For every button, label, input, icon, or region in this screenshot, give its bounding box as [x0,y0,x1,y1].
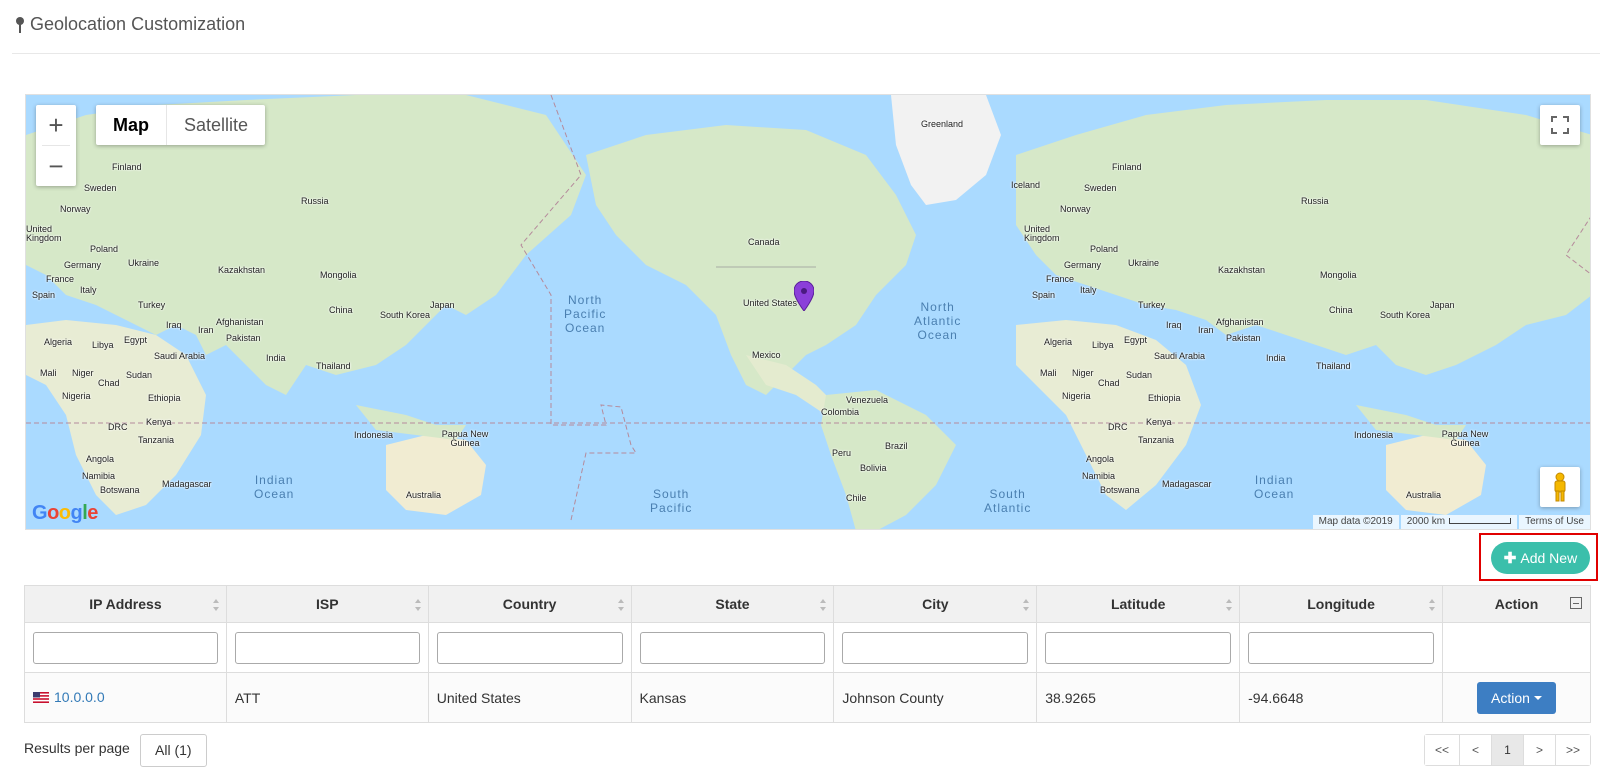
column-header-city[interactable]: City [833,585,1038,623]
add-new-button[interactable]: ✚ Add New [1491,542,1590,574]
zoom-in-button[interactable]: + [36,105,76,145]
column-header-isp[interactable]: ISP [225,585,429,623]
sort-icon [1428,599,1435,611]
filter-latitude-input[interactable] [1045,631,1232,664]
page-header: Geolocation Customization [12,0,1600,54]
sort-icon [617,599,624,611]
column-header-label: City [922,596,949,612]
sort-icon [414,599,421,611]
pager-next-button[interactable]: > [1522,735,1555,765]
cell-latitude: 38.9265 [1036,672,1241,723]
filter-cell [630,622,835,673]
caret-down-icon [1533,695,1542,700]
collapse-icon[interactable] [1570,597,1582,609]
map-data-text: Map data ©2019 [1312,515,1399,529]
table-row: 10.0.0.0 ATT United States Kansas Johnso… [24,672,1592,723]
cell-action: Action [1441,672,1592,723]
filter-country-input[interactable] [436,631,623,664]
add-new-highlight: ✚ Add New [1479,533,1598,581]
map-land [26,95,1590,529]
cell-isp: ATT [225,672,429,723]
fullscreen-icon [1551,116,1569,134]
sort-icon [212,599,219,611]
filter-cell [833,622,1038,673]
cell-country: United States [427,672,632,723]
map-attribution: Map data ©2019 2000 km Terms of Use [1311,515,1590,529]
filter-state-input[interactable] [639,631,826,664]
google-logo-letter: G [32,502,48,524]
ip-address-text: 10.0.0.0 [54,689,105,706]
pager-first-button[interactable]: << [1424,735,1459,765]
geolocation-table: IP Address ISP Country State City Latitu… [24,585,1592,723]
filter-cell [1036,622,1241,673]
pager-last-button[interactable]: >> [1554,735,1590,765]
filter-cell [1239,622,1443,673]
map[interactable]: Greenland Iceland Finland Sweden Norway … [25,94,1591,530]
street-view-button[interactable] [1540,467,1580,507]
map-scale[interactable]: 2000 km [1400,515,1518,529]
google-logo-letter: o [58,502,71,524]
add-new-label: Add New [1520,550,1578,566]
results-per-page-select[interactable]: All (1) [140,734,207,767]
cell-longitude: -94.6648 [1239,672,1443,723]
sort-icon [1023,599,1030,611]
map-type-control: Map Satellite [96,105,266,145]
google-logo: Google [32,502,98,525]
results-per-page-label: Results per page [24,740,130,756]
us-flag-icon [33,691,49,703]
ip-address-link[interactable]: 10.0.0.0 [33,689,105,705]
column-header-label: IP Address [89,596,162,612]
page-title: Geolocation Customization [14,14,245,35]
plus-icon: ✚ [1503,550,1517,567]
scale-text: 2000 km [1406,516,1446,527]
page-title-text: Geolocation Customization [30,14,246,34]
sort-icon [1226,599,1233,611]
cell-city: Johnson County [833,672,1038,723]
zoom-control: + − [36,105,76,186]
column-header-longitude[interactable]: Longitude [1239,585,1443,623]
filter-row [24,622,1592,673]
location-marker-icon[interactable] [794,281,814,311]
column-header-latitude[interactable]: Latitude [1036,585,1241,623]
zoom-out-button[interactable]: − [36,146,76,186]
terms-link[interactable]: Terms of Use [1519,515,1590,529]
cell-ip: 10.0.0.0 [24,672,227,723]
cell-state: Kansas [630,672,835,723]
filter-longitude-input[interactable] [1248,631,1434,664]
map-type-satellite-button[interactable]: Satellite [167,105,265,145]
filter-city-input[interactable] [842,631,1029,664]
column-header-label: Latitude [1110,596,1166,612]
google-logo-text: Google [32,502,98,524]
pin-icon [16,16,24,33]
filter-cell-empty [1441,622,1592,673]
filter-ip-input[interactable] [33,631,218,664]
column-header-state[interactable]: State [630,585,835,623]
table-header-row: IP Address ISP Country State City Latitu… [24,585,1592,623]
filter-isp-input[interactable] [234,631,420,664]
filter-cell [427,622,632,673]
sort-icon [820,599,827,611]
column-header-label: State [715,596,750,612]
fullscreen-button[interactable] [1540,105,1580,145]
column-header-country[interactable]: Country [427,585,632,623]
map-type-map-button[interactable]: Map [96,105,166,145]
column-header-label: Longitude [1307,596,1375,612]
column-header-label: Country [502,596,557,612]
google-logo-letter: e [87,502,98,524]
action-label: Action [1491,689,1530,706]
filter-cell [225,622,429,673]
column-header-ip[interactable]: IP Address [24,585,227,623]
google-logo-letter: o [47,502,59,524]
pager-page-1-button[interactable]: 1 [1490,735,1523,765]
scale-bar [1449,518,1512,525]
pegman-icon [1554,472,1566,502]
action-dropdown-button[interactable]: Action [1476,681,1556,714]
pagination: << < 1 > >> [1423,734,1591,766]
column-header-label: Action [1494,596,1539,612]
pager-prev-button[interactable]: < [1458,735,1491,765]
google-logo-letter: g [70,502,83,524]
column-header-action: Action [1441,585,1592,623]
column-header-label: ISP [316,596,339,612]
filter-cell [24,622,227,673]
